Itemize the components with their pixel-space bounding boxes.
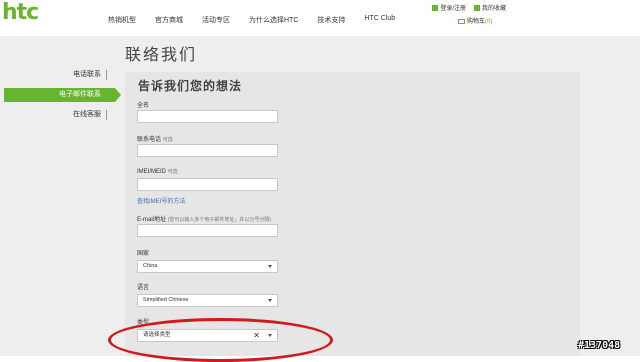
sidebar-item-phone[interactable]: 电话联系 xyxy=(0,68,115,82)
name-field[interactable] xyxy=(137,110,278,123)
nav-item-support[interactable]: 技术支持 xyxy=(317,15,345,25)
sidebar: 电话联系 电子邮件联系 在线客服 xyxy=(0,68,121,128)
watermark: #137048 xyxy=(578,340,621,351)
cart-link[interactable]: 购物车(0) xyxy=(458,16,492,25)
form-title: 告诉我们您的想法 xyxy=(138,79,243,93)
email-field[interactable] xyxy=(137,224,278,237)
name-label: 全名 xyxy=(137,103,150,109)
user-icon xyxy=(432,5,439,12)
phone-field[interactable] xyxy=(137,144,278,157)
nav-item-htc-club[interactable]: HTC Club xyxy=(364,15,395,25)
page-title: 联络我们 xyxy=(125,47,198,64)
red-annotation-circle xyxy=(108,318,333,362)
imei-label: IMEI/MEID 可选 xyxy=(137,169,178,175)
cart-icon xyxy=(458,18,465,24)
language-label: 语言 xyxy=(137,285,150,291)
country-label: 国家 xyxy=(137,251,150,257)
main-nav: 热销机型 官方商城 活动专区 为什么选择HTC 技术支持 HTC Club xyxy=(108,15,414,25)
phone-label: 联系电话 可选 xyxy=(137,137,173,143)
contact-form-panel: 告诉我们您的想法 全名 联系电话 可选 IMEI/MEID 可选 查找IMEI号… xyxy=(125,72,580,356)
imei-field[interactable] xyxy=(137,178,278,191)
favorites-link[interactable]: 我的收藏 xyxy=(473,3,506,12)
user-links: 登录/注册 我的收藏 xyxy=(432,3,506,12)
htc-logo[interactable]: htc xyxy=(2,0,39,25)
chevron-down-icon xyxy=(268,299,272,302)
login-link[interactable]: 登录/注册 xyxy=(432,3,466,12)
nav-item-why-htc[interactable]: 为什么选择HTC xyxy=(249,15,298,25)
language-select[interactable]: Simplified Chinese xyxy=(137,294,278,307)
sidebar-item-email[interactable]: 电子邮件联系 xyxy=(4,88,121,102)
cart-count: (0) xyxy=(485,19,493,25)
email-label: E-mail地址 (您可以输入多个电子邮件地址，并以分号分隔) xyxy=(137,217,272,223)
divider xyxy=(106,110,107,120)
divider xyxy=(106,70,107,80)
site-header: htc 热销机型 官方商城 活动专区 为什么选择HTC 技术支持 HTC Clu… xyxy=(0,0,640,36)
chevron-down-icon xyxy=(268,265,272,268)
imei-help-link[interactable]: 查找IMEI号的方法 xyxy=(137,196,185,205)
country-select[interactable]: China xyxy=(137,260,278,273)
nav-item-promotions[interactable]: 活动专区 xyxy=(202,15,230,25)
nav-item-hot-phones[interactable]: 热销机型 xyxy=(108,15,136,25)
sidebar-item-live-chat[interactable]: 在线客服 xyxy=(0,108,115,122)
nav-item-store[interactable]: 官方商城 xyxy=(155,15,183,25)
favorites-icon xyxy=(473,5,480,12)
